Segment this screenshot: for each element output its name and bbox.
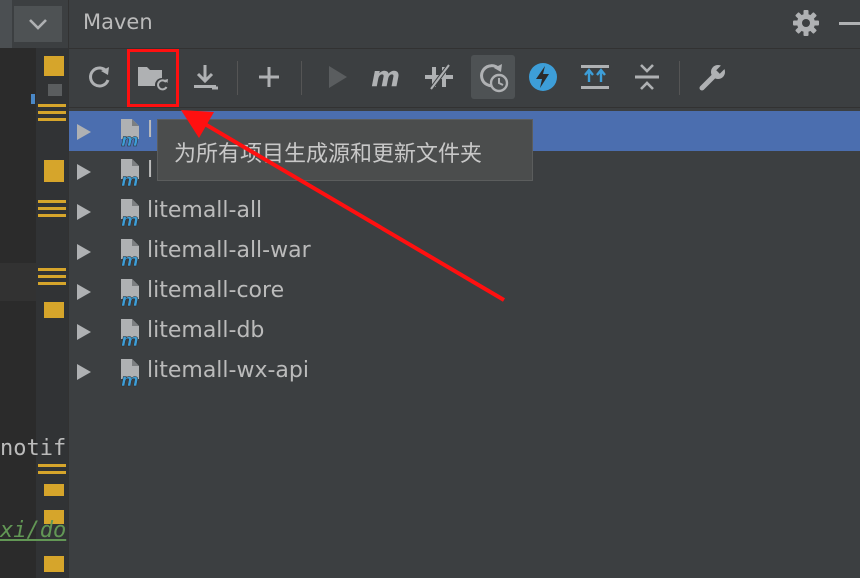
maven-tool-window: Maven m m l m l m litemall-all m litemal… [68,0,860,578]
tree-item[interactable]: m litemall-db [69,311,860,351]
toolbar-separator [301,61,302,95]
maven-m-icon: m [371,64,400,90]
expand-all-button[interactable] [573,55,617,99]
gutter-marker-lines[interactable] [38,464,66,482]
maven-module-icon: m [121,319,139,347]
expand-arrow-icon[interactable] [77,164,91,180]
tree-item-label: litemall-all-war [147,238,311,263]
download-sources-button[interactable] [183,55,227,99]
tree-item-label: litemall-all [147,198,263,223]
toolbar-separator [679,61,680,95]
play-icon [329,66,347,88]
svg-text:m: m [121,131,139,147]
plus-icon [259,67,279,87]
gutter-marker[interactable] [44,302,64,318]
reload-all-maven-projects-button[interactable] [77,55,121,99]
expand-all-icon [581,65,609,89]
maven-toolbar: m [69,49,860,108]
editor-strip: notif xi/do [0,0,68,578]
tool-window-dropdown-button[interactable] [14,6,62,42]
execute-maven-goal-button[interactable]: m [365,55,409,99]
expand-arrow-icon[interactable] [77,284,91,300]
maven-module-icon: m [121,159,139,187]
run-maven-build-button[interactable] [315,55,359,99]
panel-header: Maven [69,0,860,49]
expand-arrow-icon[interactable] [77,244,91,260]
maven-module-icon: m [121,279,139,307]
tree-item-label: l [147,158,154,183]
tooltip-text: 为所有项目生成源和更新文件夹 [174,142,483,167]
code-text: notif [0,436,67,461]
tree-item[interactable]: m litemall-all [69,191,860,231]
skip-tests-icon [425,63,453,91]
tree-item-label: litemall-wx-api [147,358,309,383]
expand-arrow-icon[interactable] [77,364,91,380]
maven-module-icon: m [121,359,139,387]
folding-marker [48,84,62,96]
tree-item[interactable]: m litemall-core [69,271,860,311]
tree-item[interactable]: m litemall-wx-api [69,351,860,391]
show-dependencies-button[interactable] [521,55,565,99]
tree-item-label: l [147,118,154,143]
hide-panel-button[interactable] [839,22,860,25]
gutter-marker-lines[interactable] [38,268,66,286]
toggle-skip-tests-button[interactable] [417,55,461,99]
refresh-icon [89,66,110,88]
panel-title: Maven [83,10,153,34]
expand-arrow-icon[interactable] [77,204,91,220]
code-link-text[interactable]: xi/do [0,518,66,543]
tooltip: 为所有项目生成源和更新文件夹 [157,119,533,181]
editor-tab-bar [0,0,68,48]
maven-settings-button[interactable] [691,55,735,99]
toggle-offline-mode-button[interactable] [471,55,515,99]
wrench-icon [699,62,728,91]
add-maven-project-button[interactable] [247,55,291,99]
tree-item-label: litemall-core [147,278,285,303]
gutter-marker-lines[interactable] [38,104,66,122]
toolbar-separator [237,61,238,95]
download-icon [194,65,218,90]
editor-tab[interactable] [0,0,12,48]
svg-text:m: m [121,371,139,387]
annotation-highlight-box [127,49,179,107]
svg-text:m: m [121,291,139,307]
svg-text:m: m [121,211,139,227]
collapse-all-button[interactable] [625,55,669,99]
change-marker [31,94,35,104]
maven-module-icon: m [121,119,139,147]
gutter-marker[interactable] [44,160,64,182]
tree-item-label: litemall-db [147,318,265,343]
gutter-marker[interactable] [44,56,64,76]
collapse-all-icon [635,64,659,90]
gear-icon [793,10,819,36]
svg-text:m: m [121,171,139,187]
settings-button[interactable] [791,8,821,38]
lightning-icon [529,63,557,91]
svg-text:m: m [121,251,139,267]
maven-module-icon: m [121,239,139,267]
expand-arrow-icon[interactable] [77,324,91,340]
gutter-marker[interactable] [44,484,64,496]
svg-text:m: m [121,331,139,347]
tree-item[interactable]: m litemall-all-war [69,231,860,271]
expand-arrow-icon[interactable] [77,124,91,140]
gutter-marker[interactable] [44,556,64,572]
offline-clock-icon [480,64,509,93]
maven-module-icon: m [121,199,139,227]
svg-text:m: m [371,64,400,90]
chevron-down-icon [29,19,47,30]
gutter-marker-lines[interactable] [38,200,66,218]
